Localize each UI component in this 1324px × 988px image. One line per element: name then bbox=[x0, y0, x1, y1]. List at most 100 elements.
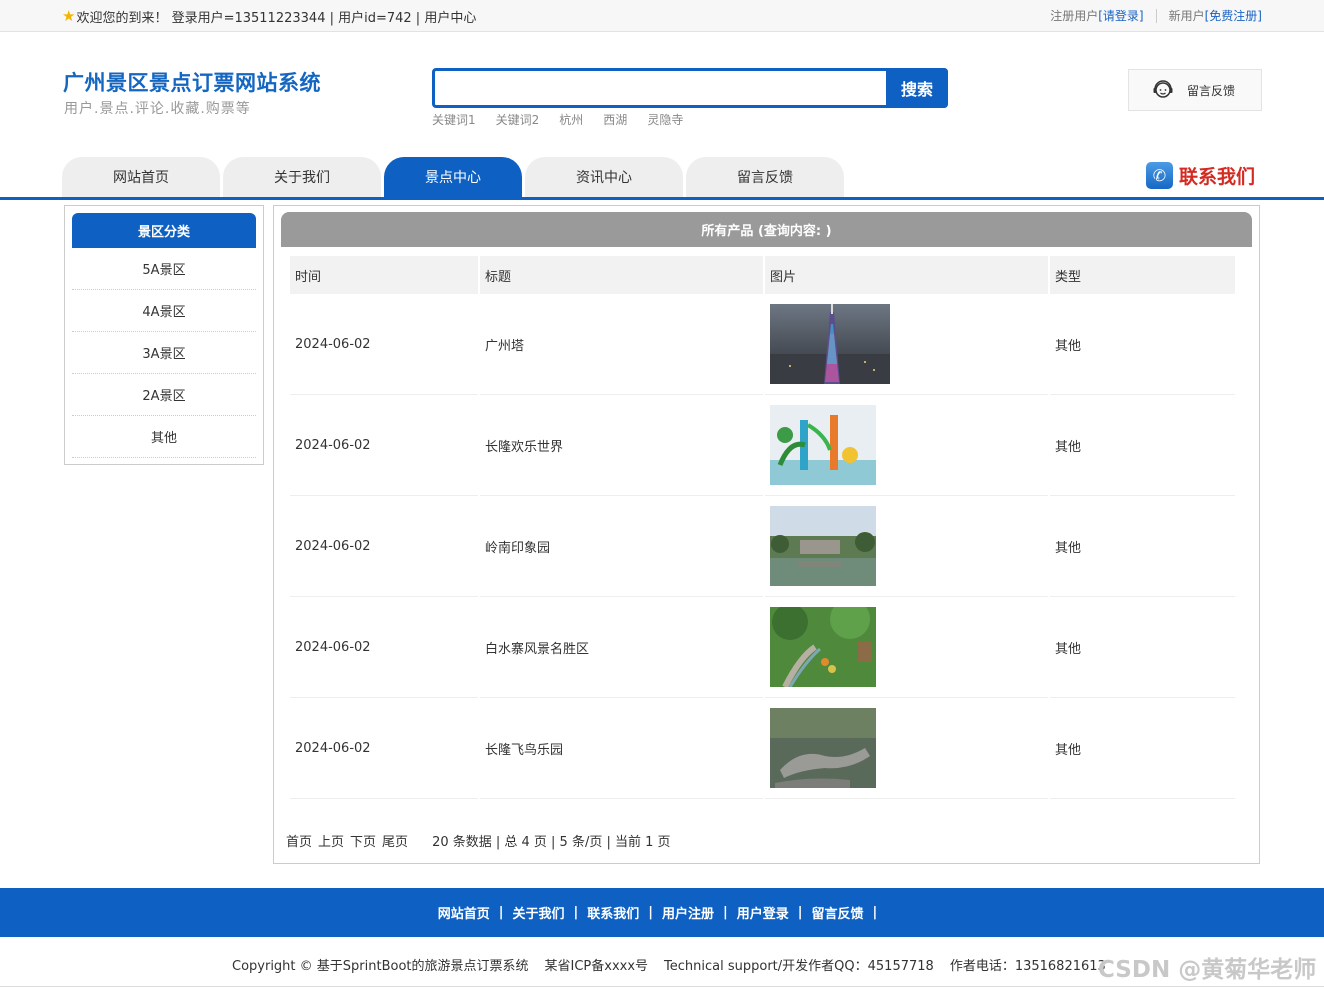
keyword-link[interactable]: 杭州 bbox=[559, 111, 583, 128]
welcome-text[interactable]: 欢迎您的到来！ 登录用户=13511223344 | 用户id=742 | 用户… bbox=[76, 7, 476, 26]
phone-text: 作者电话：13516821613 bbox=[949, 959, 1106, 974]
tab-feedback[interactable]: 留言反馈 bbox=[686, 157, 844, 197]
row-time: 2024-06-02 bbox=[290, 698, 478, 799]
site-subtitle: 用户.景点.评论.收藏.购票等 bbox=[64, 101, 251, 117]
login-link[interactable]: [请登录] bbox=[1098, 7, 1143, 24]
footer-link-contact[interactable]: 联系我们 bbox=[587, 903, 639, 922]
next-page-link[interactable]: 下页 bbox=[350, 831, 376, 850]
footer-divider: | bbox=[723, 905, 728, 920]
product-table: 时间 标题 图片 类型 2024-06-02 广州塔 其他 2024-06-02… bbox=[288, 256, 1237, 799]
chimelong-paradise-thumbnail[interactable] bbox=[770, 405, 876, 485]
copyright-bar: Copyright © 基于SprintBoot的旅游景点订票系统 某省ICP备… bbox=[232, 955, 1106, 974]
row-title[interactable]: 长隆飞鸟乐园 bbox=[480, 698, 763, 799]
sidebar-title: 景区分类 bbox=[72, 213, 256, 248]
sidebar-item-2a[interactable]: 2A景区 bbox=[72, 374, 256, 416]
row-type: 其他 bbox=[1050, 698, 1235, 799]
row-time: 2024-06-02 bbox=[290, 496, 478, 597]
footer-link-home[interactable]: 网站首页 bbox=[438, 903, 490, 922]
nav-divider bbox=[0, 197, 1324, 200]
footer-link-register[interactable]: 用户注册 bbox=[662, 903, 714, 922]
hot-keywords: 关键词1 关键词2 杭州 西湖 灵隐寺 bbox=[432, 111, 683, 128]
account-links: 注册用户 [请登录] 新用户 [免费注册] bbox=[1050, 7, 1262, 24]
footer-link-about[interactable]: 关于我们 bbox=[512, 903, 564, 922]
footer-divider: | bbox=[498, 905, 504, 920]
column-header-title: 标题 bbox=[480, 256, 763, 294]
table-row: 2024-06-02 长隆欢乐世界 其他 bbox=[290, 395, 1235, 496]
footer-divider: | bbox=[648, 905, 653, 920]
column-header-time: 时间 bbox=[290, 256, 478, 294]
row-title[interactable]: 岭南印象园 bbox=[480, 496, 763, 597]
new-user-label: 新用户 bbox=[1168, 9, 1205, 23]
table-row: 2024-06-02 广州塔 其他 bbox=[290, 294, 1235, 395]
tab-news[interactable]: 资讯中心 bbox=[525, 157, 683, 197]
row-type: 其他 bbox=[1050, 294, 1235, 395]
welcome-area: ★ 欢迎您的到来！ 登录用户=13511223344 | 用户id=742 | … bbox=[62, 7, 476, 27]
keyword-link[interactable]: 灵隐寺 bbox=[647, 111, 683, 128]
support-text: Technical support/开发作者QQ：45157718 bbox=[664, 959, 934, 974]
keyword-link[interactable]: 关键词2 bbox=[496, 111, 540, 128]
star-icon: ★ bbox=[62, 7, 76, 25]
keyword-link[interactable]: 关键词1 bbox=[432, 111, 476, 128]
pager-links: 首页 上页 下页 尾页 bbox=[286, 831, 408, 850]
feedback-button[interactable]: 留言反馈 bbox=[1128, 69, 1262, 111]
search-input[interactable] bbox=[435, 71, 887, 105]
feedback-label: 留言反馈 bbox=[1187, 83, 1236, 98]
baishuizhai-thumbnail[interactable] bbox=[770, 607, 876, 687]
customer-service-icon bbox=[1151, 77, 1175, 104]
column-header-type: 类型 bbox=[1050, 256, 1235, 294]
pagination: 首页 上页 下页 尾页 20 条数据 | 总 4 页 | 5 条/页 | 当前 … bbox=[286, 831, 671, 850]
tab-about[interactable]: 关于我们 bbox=[223, 157, 381, 197]
bottom-divider bbox=[0, 986, 1324, 987]
chimelong-bird-park-thumbnail[interactable] bbox=[770, 708, 876, 788]
table-row: 2024-06-02 长隆飞鸟乐园 其他 bbox=[290, 698, 1235, 799]
icp-text: 某省ICP备xxxx号 bbox=[544, 959, 649, 974]
canton-tower-thumbnail[interactable] bbox=[770, 304, 890, 384]
watermark: CSDN @黄菊华老师 bbox=[1098, 957, 1317, 983]
footer-link-feedback[interactable]: 留言反馈 bbox=[812, 903, 864, 922]
main-nav: 网站首页 关于我们 景点中心 资讯中心 留言反馈 bbox=[62, 157, 844, 197]
prev-page-link[interactable]: 上页 bbox=[318, 831, 344, 850]
search-button[interactable]: 搜索 bbox=[886, 68, 948, 108]
footer-divider: | bbox=[573, 905, 579, 920]
tab-attractions[interactable]: 景点中心 bbox=[384, 157, 522, 197]
search-box: 搜索 bbox=[432, 68, 948, 108]
keyword-link[interactable]: 西湖 bbox=[603, 111, 627, 128]
row-time: 2024-06-02 bbox=[290, 597, 478, 698]
row-type: 其他 bbox=[1050, 597, 1235, 698]
tab-home[interactable]: 网站首页 bbox=[62, 157, 220, 197]
footer-link-login[interactable]: 用户登录 bbox=[737, 903, 789, 922]
row-time: 2024-06-02 bbox=[290, 395, 478, 496]
sidebar-item-other[interactable]: 其他 bbox=[72, 416, 256, 458]
row-title[interactable]: 广州塔 bbox=[480, 294, 763, 395]
table-row: 2024-06-02 岭南印象园 其他 bbox=[290, 496, 1235, 597]
sidebar-item-5a[interactable]: 5A景区 bbox=[72, 248, 256, 290]
table-row: 2024-06-02 白水寨风景名胜区 其他 bbox=[290, 597, 1235, 698]
pager-info: 20 条数据 | 总 4 页 | 5 条/页 | 当前 1 页 bbox=[432, 835, 671, 850]
divider bbox=[1155, 8, 1157, 23]
last-page-link[interactable]: 尾页 bbox=[382, 831, 408, 850]
row-type: 其他 bbox=[1050, 496, 1235, 597]
signup-link[interactable]: [免费注册] bbox=[1205, 7, 1262, 24]
top-bar: ★ 欢迎您的到来！ 登录用户=13511223344 | 用户id=742 | … bbox=[0, 0, 1324, 32]
lingnan-impression-park-thumbnail[interactable] bbox=[770, 506, 876, 586]
footer-nav: 网站首页 | 关于我们 | 联系我们 | 用户注册 | 用户登录 | 留言反馈 | bbox=[0, 888, 1324, 937]
row-title[interactable]: 白水寨风景名胜区 bbox=[480, 597, 763, 698]
row-type: 其他 bbox=[1050, 395, 1235, 496]
footer-divider: | bbox=[797, 905, 803, 920]
row-time: 2024-06-02 bbox=[290, 294, 478, 395]
first-page-link[interactable]: 首页 bbox=[286, 831, 312, 850]
phone-icon: ✆ bbox=[1146, 162, 1173, 189]
register-label: 注册用户 bbox=[1050, 9, 1099, 23]
category-list: 5A景区 4A景区 3A景区 2A景区 其他 bbox=[72, 248, 256, 458]
product-panel: 所有产品 (查询内容: ) 时间 标题 图片 类型 2024-06-02 广州塔 bbox=[273, 205, 1260, 864]
row-title[interactable]: 长隆欢乐世界 bbox=[480, 395, 763, 496]
sidebar-item-3a[interactable]: 3A景区 bbox=[72, 332, 256, 374]
contact-us-link[interactable]: ✆ 联系我们 bbox=[1146, 162, 1255, 189]
contact-label: 联系我们 bbox=[1179, 166, 1256, 188]
copyright-text: Copyright © 基于SprintBoot的旅游景点订票系统 bbox=[232, 959, 529, 974]
site-title[interactable]: 广州景区景点订票网站系统 bbox=[63, 67, 321, 97]
column-header-image: 图片 bbox=[765, 256, 1048, 294]
footer-divider: | bbox=[872, 905, 878, 920]
category-sidebar: 景区分类 5A景区 4A景区 3A景区 2A景区 其他 bbox=[64, 205, 264, 465]
sidebar-item-4a[interactable]: 4A景区 bbox=[72, 290, 256, 332]
